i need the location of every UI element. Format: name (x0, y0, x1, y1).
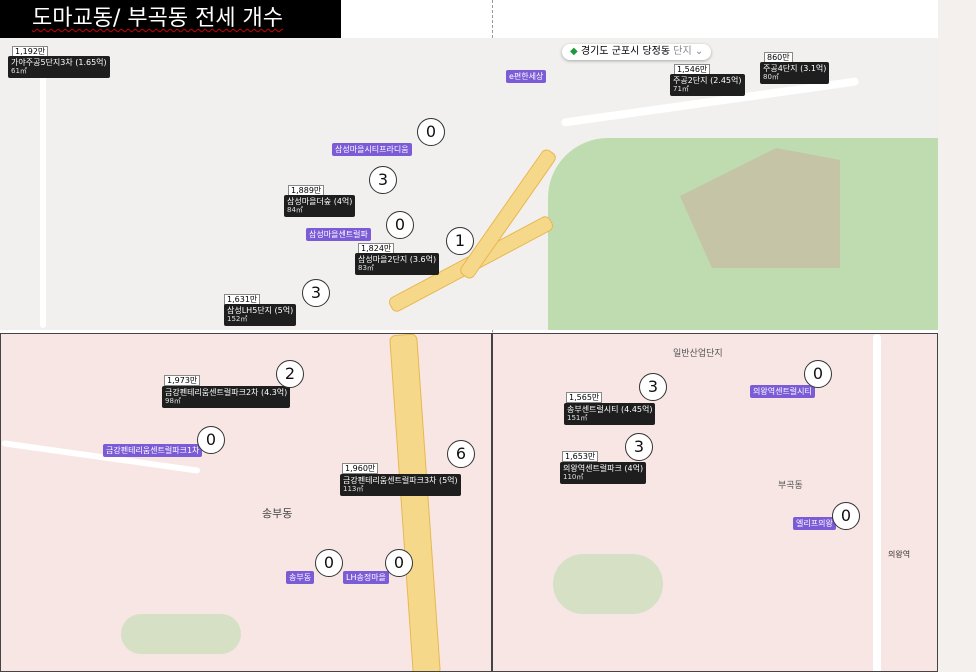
page-title: 도마교동/ 부곡동 전세 개수 (0, 0, 341, 38)
complex-label[interactable]: 송부동 (286, 571, 315, 584)
right-map-strip (938, 0, 976, 672)
complex-label[interactable]: 의왕역센트럴파크 (4억) 110㎡ (560, 462, 647, 484)
complex-label[interactable]: 주공2단지 (2.45억) 71㎡ (670, 74, 745, 96)
park-area (121, 614, 241, 654)
rental-count-badge: 3 (639, 373, 667, 401)
local-road-2 (40, 58, 46, 328)
rental-count-badge: 0 (197, 426, 225, 454)
breadcrumb-city[interactable]: 군포시 (612, 46, 640, 57)
breadcrumb-dong[interactable]: 당정동 (642, 46, 670, 57)
rental-count-badge: 2 (276, 360, 304, 388)
complex-label[interactable]: 삼성마을2단지 (3.6억) 83㎡ (355, 253, 440, 275)
place-name: 부곡동 (778, 481, 803, 491)
place-name-industrial: 일반산업단지 (673, 349, 723, 359)
complex-label[interactable]: 삼성마을시티프라디움 (332, 143, 412, 156)
price-tag: 1,960만 (342, 463, 379, 474)
chevron-down-icon: ⌄ (694, 46, 704, 57)
complex-label[interactable]: 송부센트럴시티 (4.45억) 151㎡ (564, 403, 656, 425)
complex-label[interactable]: 엘리프의왕 (793, 517, 836, 530)
location-pin-icon: ◆ (570, 46, 578, 57)
region-breadcrumb[interactable]: ◆ 경기도 군포시 당정동 단지 ⌄ (562, 44, 712, 60)
highway-road-2 (457, 147, 559, 281)
rental-count-badge: 3 (302, 279, 330, 307)
complex-label[interactable]: 삼성마을센트럴파 (306, 228, 371, 241)
complex-label[interactable]: 주공4단지 (3.1억) 80㎡ (760, 62, 830, 84)
price-tag: 1,565만 (566, 392, 603, 403)
rental-count-badge: 6 (447, 440, 475, 468)
rental-count-badge: 0 (804, 360, 832, 388)
park-area (553, 554, 663, 614)
rental-count-badge: 3 (625, 433, 653, 461)
highway-road (389, 334, 441, 671)
complex-label[interactable]: 금강펜테리움센트럴파크1차 (103, 444, 203, 457)
complex-label[interactable]: 금강펜테리움센트럴파크3차 (5억) 113㎡ (340, 474, 461, 496)
rental-count-badge: 0 (417, 118, 445, 146)
railway (873, 334, 881, 671)
breadcrumb-complex[interactable]: 단지 (673, 46, 691, 57)
map-panel-bottom-right[interactable]: 일반산업단지 (492, 333, 938, 672)
price-tag: 1,973만 (164, 375, 201, 386)
complex-label[interactable]: 금강펜테리움센트럴파크2차 (4.3억) 98㎡ (162, 386, 291, 408)
complex-label[interactable]: e편한세상 (506, 70, 547, 83)
place-name: 송부동 (262, 507, 293, 520)
price-tag: 1,653만 (562, 451, 599, 462)
complex-label[interactable]: 의왕역센트럴시티 (750, 385, 815, 398)
rental-count-badge: 0 (832, 502, 860, 530)
complex-label[interactable]: LH송정마을 (343, 571, 389, 584)
complex-label[interactable]: 삼성마을더숲 (4억) 84㎡ (284, 195, 356, 217)
rental-count-badge: 0 (386, 211, 414, 239)
breadcrumb-province[interactable]: 경기도 (581, 46, 609, 57)
station-label: 의왕역 (888, 550, 911, 559)
rental-count-badge: 0 (385, 549, 413, 577)
rental-count-badge: 1 (446, 227, 474, 255)
rental-count-badge: 0 (315, 549, 343, 577)
complex-label[interactable]: 삼성LH5단지 (5억) 152㎡ (224, 304, 297, 326)
complex-label[interactable]: 가야주공5단지3차 (1.65억) 61㎡ (8, 56, 110, 78)
rental-count-badge: 3 (369, 166, 397, 194)
map-panel-bottom-left[interactable] (0, 333, 492, 672)
